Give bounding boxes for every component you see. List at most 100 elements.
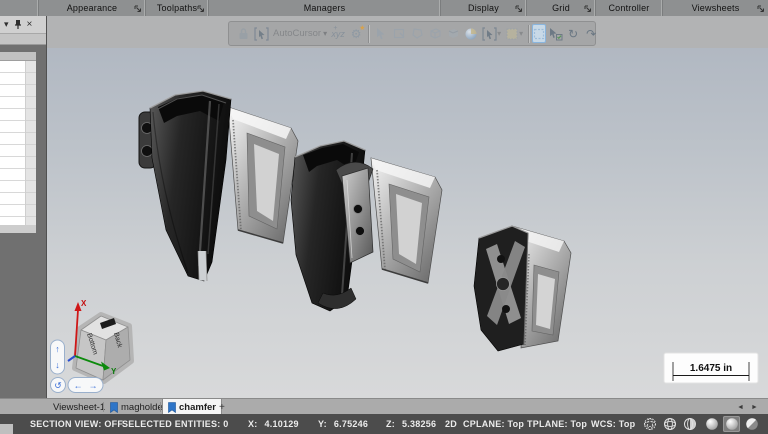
select-window-icon[interactable] <box>390 24 408 44</box>
chevron-down-icon[interactable]: ▾ <box>4 20 9 29</box>
arrow-left-icon[interactable]: ← <box>74 381 83 391</box>
ribbon-tab-label: Display <box>468 3 499 13</box>
model-magholder-left <box>139 91 298 281</box>
tab-chamfer-active[interactable]: chamfer <box>162 399 222 415</box>
arrow-down-icon[interactable]: ↓ <box>55 360 60 370</box>
select-solid-face-icon[interactable] <box>444 24 462 44</box>
ribbon-tab-label: Managers <box>304 3 346 13</box>
resize-corner <box>0 424 13 434</box>
viewsheet-tab-bar: Viewsheet-1 magholder chamfer + ◄ ► <box>0 398 768 414</box>
toolbar-band: AutoCursor ▾ +xyz ⚙★ <box>0 16 768 49</box>
select-arrow-icon[interactable] <box>372 24 390 44</box>
coord-y: Y:6.75246 <box>318 414 368 434</box>
selected-entities-status: SELECTED ENTITIES: 0 <box>122 414 229 434</box>
add-viewsheet-button[interactable]: + <box>219 399 225 415</box>
model-magholder-middle <box>291 141 442 311</box>
lock-icon[interactable] <box>234 24 252 44</box>
ribbon-tab-label: Toolpaths <box>157 3 197 13</box>
select-solid-body-icon[interactable] <box>426 24 444 44</box>
toolbar-separator <box>368 25 369 43</box>
ribbon-tab-toolpaths[interactable]: Toolpaths <box>146 0 209 16</box>
operations-list[interactable] <box>0 52 36 233</box>
tplane-selector[interactable]: TPLANE: Top <box>527 414 587 434</box>
translucent-icon[interactable] <box>743 416 760 432</box>
shaded-selected-icon[interactable] <box>723 416 740 432</box>
operations-list-header <box>0 52 36 61</box>
view-cube-gizmo[interactable]: Bottom Back X Y <box>68 299 131 381</box>
autocursor-button[interactable]: AutoCursor ▾ <box>270 24 329 44</box>
chevron-down-icon: ▾ <box>519 29 523 38</box>
coord-z-value: 5.38256 <box>402 419 436 429</box>
axis-y-label: Y <box>111 367 117 376</box>
dimension-mode-toggle[interactable]: 2D <box>445 414 457 434</box>
chevron-down-icon: ▾ <box>323 29 327 38</box>
wcs-selector[interactable]: WCS: Top <box>591 414 635 434</box>
dialog-launcher-icon[interactable] <box>134 5 142 13</box>
outline-shaded-icon[interactable] <box>681 416 698 432</box>
ribbon-tab-label: Viewsheets <box>692 3 740 13</box>
mastercam-window: Appearance Toolpaths Managers Display Gr… <box>0 0 768 434</box>
dynamic-rotate-icon[interactable]: ↷ <box>582 24 600 44</box>
tab-separator <box>160 402 161 412</box>
scale-ruler: 1.6475 in <box>664 353 758 383</box>
model-magholder-right <box>474 226 571 351</box>
ribbon-spacer <box>0 0 39 16</box>
selection-toolbar: AutoCursor ▾ +xyz ⚙★ <box>228 21 596 46</box>
dialog-launcher-icon[interactable] <box>584 5 592 13</box>
status-bar: SECTION VIEW: OFF SELECTED ENTITIES: 0 X… <box>0 414 768 434</box>
arrow-up-icon[interactable]: ↑ <box>55 344 60 354</box>
select-sphere-icon[interactable] <box>462 24 480 44</box>
ribbon-tab-label: Grid <box>552 3 570 13</box>
dialog-launcher-icon[interactable] <box>197 5 205 13</box>
ribbon-tab-label: Controller <box>608 3 649 13</box>
ribbon-tab-managers[interactable]: Managers <box>209 0 441 16</box>
ribbon-tab-strip: Appearance Toolpaths Managers Display Gr… <box>0 0 768 16</box>
end-selection-icon[interactable] <box>546 24 564 44</box>
select-polygon-icon[interactable] <box>408 24 426 44</box>
ribbon-tab-appearance[interactable]: Appearance <box>39 0 146 16</box>
operations-list-footer <box>0 225 36 233</box>
ribbon-tab-label: Appearance <box>67 3 118 13</box>
select-all-icon[interactable]: ▾ <box>480 24 503 44</box>
tab-scroll-left-icon[interactable]: ◄ <box>737 399 744 415</box>
pin-icon[interactable] <box>14 19 22 30</box>
ribbon-tab-controller[interactable]: Controller <box>596 0 663 16</box>
tab-viewsheet-1[interactable]: Viewsheet-1 <box>48 399 110 415</box>
wireframe-half-icon[interactable] <box>661 416 678 432</box>
axis-x-label: X <box>81 299 87 308</box>
rotate-icon[interactable]: ↺ <box>54 381 62 391</box>
rotate-view-icon[interactable]: ↻ <box>564 24 582 44</box>
operations-list-column <box>25 61 36 225</box>
toolpaths-manager-panel[interactable]: ▾ × <box>0 16 47 398</box>
selection-active-icon[interactable] <box>532 24 546 43</box>
panel-toolbar <box>0 34 46 45</box>
cplane-selector[interactable]: CPLANE: Top <box>463 414 524 434</box>
tab-magholder[interactable]: magholder <box>105 399 171 415</box>
panel-header: ▾ × <box>0 16 46 34</box>
coord-y-value: 6.75246 <box>334 419 368 429</box>
fast-point-icon[interactable]: +xyz <box>329 24 347 44</box>
tab-scroll-right-icon[interactable]: ► <box>751 399 758 415</box>
coord-x-value: 4.10129 <box>265 419 299 429</box>
chevron-down-icon: ▾ <box>497 29 501 38</box>
autocursor-settings-icon[interactable]: ⚙★ <box>347 24 365 44</box>
tab-label: chamfer <box>179 402 216 413</box>
ribbon-tab-viewsheets[interactable]: Viewsheets <box>663 0 768 16</box>
scale-ruler-label: 1.6475 in <box>690 363 732 374</box>
ribbon-tab-display[interactable]: Display <box>441 0 527 16</box>
ribbon-tab-grid[interactable]: Grid <box>527 0 596 16</box>
wireframe-icon[interactable] <box>641 416 658 432</box>
arrow-right-icon[interactable]: → <box>89 381 98 391</box>
operations-list-rows <box>0 61 36 225</box>
section-view-status: SECTION VIEW: OFF <box>30 414 123 434</box>
autocursor-icon[interactable] <box>252 24 270 44</box>
select-grid-icon[interactable]: ▾ <box>503 24 525 44</box>
shaded-icon[interactable] <box>703 416 720 432</box>
viewport-canvas[interactable]: Bottom Back X Y ↑ ↓ <box>47 48 768 398</box>
dialog-launcher-icon[interactable] <box>757 5 765 13</box>
tab-label: Viewsheet-1 <box>53 402 105 413</box>
viewport-graphics: Bottom Back X Y ↑ ↓ <box>47 48 768 398</box>
dialog-launcher-icon[interactable] <box>515 5 523 13</box>
coord-z: Z:5.38256 <box>386 414 436 434</box>
close-icon[interactable]: × <box>27 20 33 30</box>
